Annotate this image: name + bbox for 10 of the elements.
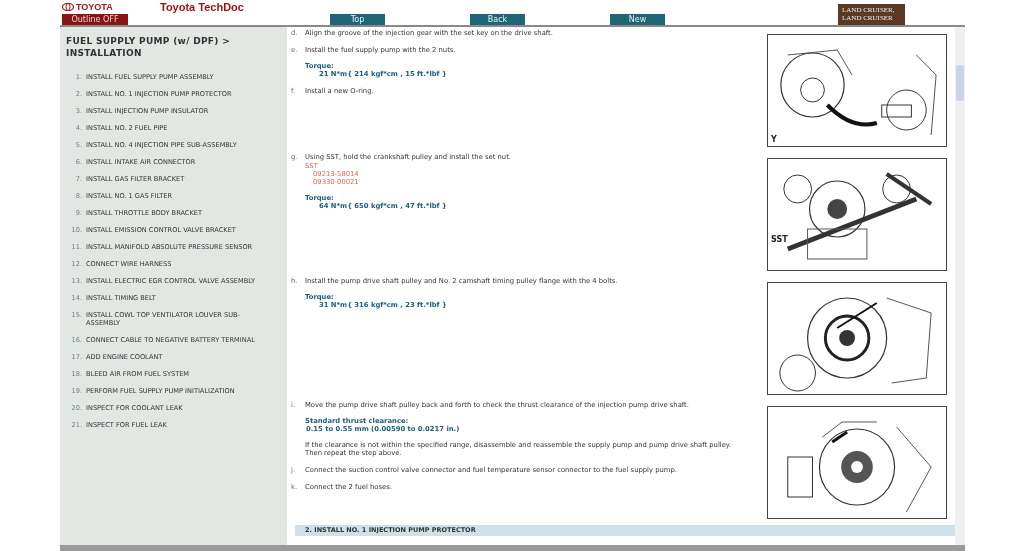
- section-title: FUEL SUPPLY PUMP (w/ DPF) > INSTALLATION: [66, 35, 231, 59]
- scrollbar[interactable]: [955, 27, 965, 545]
- nav-button[interactable]: Back: [470, 14, 525, 25]
- nav-button[interactable]: New: [610, 14, 665, 25]
- illustration-drawing: SST: [767, 158, 947, 271]
- app-title: Toyota TechDoc: [160, 1, 244, 13]
- nav-button[interactable]: Top: [330, 14, 385, 25]
- outline-button[interactable]: Outline OFF: [62, 14, 128, 25]
- brand-logo: TOYOTA: [62, 2, 132, 12]
- illustration-drawing: Y: [767, 34, 947, 147]
